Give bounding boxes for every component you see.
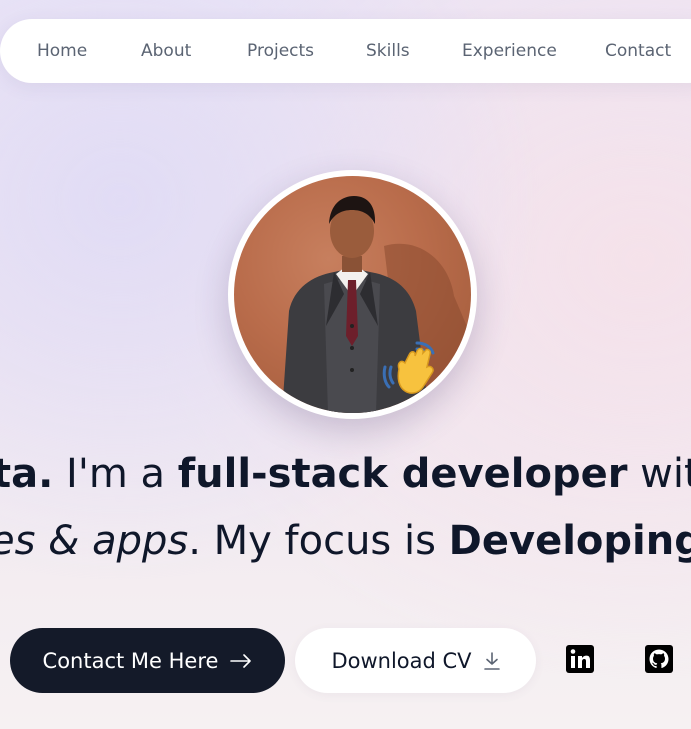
intro-role: full-stack developer (177, 451, 628, 497)
intro-line-2: es & apps. My focus is Developing (0, 518, 691, 564)
contact-me-label: Contact Me Here (42, 648, 219, 673)
intro-line-1: ta. I'm a full-stack developer with (0, 451, 691, 497)
nav-home[interactable]: Home (37, 19, 87, 83)
download-cv-label: Download CV (331, 648, 472, 673)
nav-about[interactable]: About (141, 19, 191, 83)
intro-text: . My focus is (188, 518, 449, 564)
intro-name-fragment: ta. (0, 451, 54, 497)
top-nav: Home About Projects Skills Experience Co… (0, 19, 691, 83)
nav-skills[interactable]: Skills (366, 19, 410, 83)
intro-text: I'm a (53, 451, 178, 497)
arrow-right-icon (230, 653, 252, 668)
download-icon (483, 651, 500, 670)
waving-hand-icon (379, 337, 441, 399)
linkedin-icon[interactable] (566, 645, 594, 673)
intro-specialty: es & apps (0, 518, 189, 564)
nav-experience[interactable]: Experience (462, 19, 557, 83)
download-cv-button[interactable]: Download CV (295, 628, 536, 693)
github-icon[interactable] (645, 645, 673, 673)
nav-contact[interactable]: Contact (605, 19, 671, 83)
contact-me-button[interactable]: Contact Me Here (10, 628, 285, 693)
intro-text: with (640, 451, 691, 497)
intro-focus: Developing (448, 518, 691, 564)
nav-projects[interactable]: Projects (247, 19, 314, 83)
